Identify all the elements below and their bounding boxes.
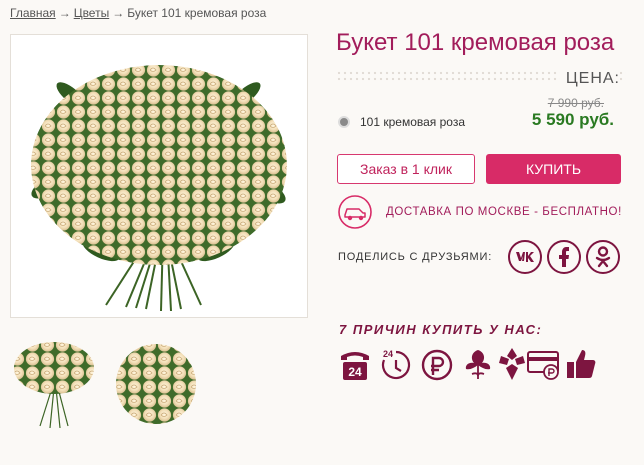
delivery-info: ДОСТАВКА ПО МОСКВЕ - БЕСПЛАТНО! (337, 194, 622, 230)
thumbnail-bouquet-top[interactable] (112, 338, 200, 430)
delivery-text: ДОСТАВКА ПО МОСКВЕ - БЕСПЛАТНО! (386, 206, 622, 218)
thumbnail-bouquet-side[interactable] (10, 338, 98, 430)
facebook-icon[interactable] (547, 240, 581, 274)
one-click-order-button[interactable]: Заказ в 1 клик (337, 154, 475, 184)
product-main-image[interactable] (10, 34, 308, 318)
reasons-title: 7 ПРИЧИН КУПИТЬ У НАС: (339, 322, 543, 337)
breadcrumb-flowers-link[interactable]: Цветы (74, 6, 110, 20)
breadcrumb-separator: → (112, 6, 125, 20)
price-label: ЦЕНА: (559, 70, 620, 88)
car-icon (338, 195, 372, 229)
card-payment-icon (527, 346, 561, 382)
phone-24-icon: 24 (338, 346, 372, 382)
share-label: ПОДЕЛИСЬ С ДРУЗЬЯМИ: (338, 251, 493, 263)
thumbs-up-icon (565, 346, 599, 382)
buy-button[interactable]: КУПИТЬ (486, 154, 621, 184)
svg-text:24: 24 (383, 349, 393, 359)
bouquet-icon (495, 346, 529, 382)
old-price: 7 990 руб. (547, 96, 604, 110)
breadcrumb: Главная → Цветы → Букет 101 кремовая роза (10, 6, 266, 20)
odnoklassniki-icon[interactable] (586, 240, 620, 274)
svg-text:24: 24 (348, 365, 362, 379)
breadcrumb-separator: → (58, 6, 71, 20)
new-price: 5 590 руб. (531, 110, 614, 129)
option-label: 101 кремовая роза (360, 115, 466, 129)
ruble-icon (420, 346, 454, 382)
product-title: Букет 101 кремовая роза (336, 29, 615, 56)
option-radio[interactable] (338, 116, 350, 128)
product-option[interactable]: 101 кремовая роза (338, 115, 465, 129)
flower-icon (461, 346, 495, 382)
vk-icon[interactable] (508, 240, 542, 274)
clock-24-icon: 24 (379, 346, 413, 382)
breadcrumb-home-link[interactable]: Главная (10, 6, 56, 20)
breadcrumb-current: Букет 101 кремовая роза (127, 6, 267, 20)
